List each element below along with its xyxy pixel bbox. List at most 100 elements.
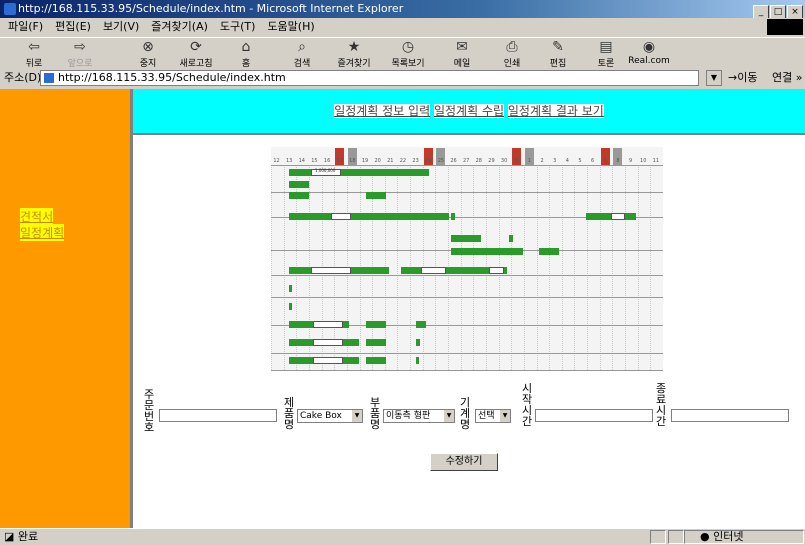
gantt-bar[interactable] bbox=[451, 248, 523, 255]
toolbar-home-button[interactable]: ⌂ 홈 bbox=[226, 39, 266, 69]
toolbar-search-button[interactable]: ⌕ 검색 bbox=[282, 39, 322, 69]
browser-content: 견적서 일정계획 일정계획 정보 입력 일정계획 수립 일정계획 결과 보기 1… bbox=[0, 89, 805, 528]
gantt-bar[interactable] bbox=[539, 248, 559, 255]
machine-select[interactable]: 선택 ▼ bbox=[475, 409, 511, 423]
gantt-row-divider bbox=[271, 192, 663, 193]
gantt-header-day bbox=[500, 148, 509, 157]
gantt-bar[interactable] bbox=[416, 339, 420, 346]
ie-logo-icon bbox=[4, 3, 16, 15]
gantt-grid-line bbox=[523, 165, 525, 370]
gantt-bar[interactable] bbox=[611, 213, 625, 220]
address-input[interactable]: http://168.115.33.95/Schedule/index.htm bbox=[40, 70, 699, 86]
internet-zone: ● 인터넷 bbox=[700, 530, 744, 543]
gantt-header-day bbox=[347, 148, 357, 157]
gantt-bar[interactable] bbox=[313, 357, 343, 364]
toolbar-favorites-button[interactable]: ★ 즐겨찾기 bbox=[334, 39, 374, 69]
gantt-bar[interactable] bbox=[289, 169, 429, 176]
toolbar-refresh-button[interactable]: ⟳ 새로고침 bbox=[176, 39, 216, 69]
toolbar-stop-button[interactable]: ⊗ 중지 bbox=[128, 39, 168, 69]
gantt-header-day bbox=[285, 148, 294, 157]
print-icon: ⎙ bbox=[506, 39, 518, 55]
toolbar-mail-button[interactable]: ✉ 메일 bbox=[442, 39, 482, 69]
product-name-label: 제품명 bbox=[283, 396, 295, 431]
gantt-header-day bbox=[613, 148, 623, 157]
page-icon bbox=[44, 73, 54, 83]
chevron-down-icon: ▼ bbox=[500, 410, 510, 422]
schedule-edit-form: 주문번호 제품명 Cake Box ▼ 부품명 이동측 형판 ▼ 기계명 선택 ▼ 시… bbox=[133, 383, 805, 449]
gantt-bar[interactable] bbox=[421, 267, 446, 274]
sidebar-link-schedule[interactable]: 일정계획 bbox=[20, 224, 65, 241]
sidebar-link-estimate[interactable]: 견적서 bbox=[20, 208, 54, 225]
menu-tools[interactable]: 도구(T) bbox=[220, 20, 256, 33]
links-button[interactable]: 연결 » bbox=[772, 68, 802, 88]
gantt-bar[interactable] bbox=[331, 213, 351, 220]
gantt-header-day bbox=[323, 148, 332, 157]
start-time-input[interactable] bbox=[535, 409, 653, 422]
status-pane bbox=[668, 530, 684, 544]
gantt-bar[interactable] bbox=[416, 357, 419, 364]
menu-view[interactable]: 보기(V) bbox=[103, 20, 139, 33]
end-time-label: 종료시간 bbox=[655, 382, 667, 428]
search-icon: ⌕ bbox=[298, 39, 306, 55]
gantt-bar[interactable] bbox=[366, 339, 386, 346]
nav-link-schedule-plan[interactable]: 일정계획 수립 bbox=[433, 104, 505, 118]
gantt-header-day bbox=[436, 148, 446, 157]
gantt-bar[interactable] bbox=[313, 321, 343, 328]
gantt-bar[interactable] bbox=[289, 303, 292, 310]
gantt-header-day bbox=[550, 148, 559, 157]
forward-arrow-icon: ⇨ bbox=[74, 39, 86, 55]
gantt-bar[interactable] bbox=[366, 321, 386, 328]
gantt-grid-line bbox=[625, 165, 627, 370]
gantt-row-divider bbox=[271, 297, 663, 298]
product-select[interactable]: Cake Box ▼ bbox=[297, 409, 363, 423]
part-select[interactable]: 이동측 형판 ▼ bbox=[383, 409, 455, 423]
order-number-label: 주문번호 bbox=[143, 388, 155, 434]
gantt-header-day bbox=[310, 148, 319, 157]
order-number-input[interactable] bbox=[159, 409, 277, 422]
gantt-bar[interactable] bbox=[289, 181, 309, 188]
menu-favorites[interactable]: 즐겨찾기(A) bbox=[151, 20, 208, 33]
nav-link-schedule-result[interactable]: 일정계획 결과 보기 bbox=[507, 104, 604, 118]
gantt-bar[interactable] bbox=[289, 192, 309, 199]
menu-edit[interactable]: 편집(E) bbox=[55, 20, 91, 33]
address-dropdown-button[interactable]: ▼ bbox=[706, 70, 722, 86]
gantt-row-divider bbox=[271, 165, 663, 166]
gantt-bar[interactable] bbox=[289, 213, 449, 220]
gantt-grid-line bbox=[574, 165, 576, 370]
window-title: http://168.115.33.95/Schedule/index.htm … bbox=[18, 2, 404, 15]
toolbar-print-button[interactable]: ⎙ 인쇄 bbox=[492, 39, 532, 69]
gantt-grid-line bbox=[397, 165, 399, 370]
gantt-header-day bbox=[335, 148, 345, 157]
gantt-bar[interactable] bbox=[489, 267, 504, 274]
gantt-header-day bbox=[297, 148, 306, 157]
toolbar-label: Real.com bbox=[628, 56, 670, 66]
address-bar: 주소(D) http://168.115.33.95/Schedule/inde… bbox=[0, 68, 805, 88]
go-button[interactable]: →이동 bbox=[728, 68, 757, 88]
end-time-input[interactable] bbox=[671, 409, 789, 422]
toolbar-history-button[interactable]: ◷ 목록보기 bbox=[388, 39, 428, 69]
gantt-header-day bbox=[575, 148, 584, 157]
gantt-bar[interactable] bbox=[451, 235, 481, 242]
gantt-bar[interactable] bbox=[289, 285, 292, 292]
toolbar-edit-button[interactable]: ✎ 편집 bbox=[538, 39, 578, 69]
menu-file[interactable]: 파일(F) bbox=[8, 20, 43, 33]
gantt-header-day bbox=[398, 148, 407, 157]
gantt-bar[interactable] bbox=[313, 339, 343, 346]
menu-help[interactable]: 도움말(H) bbox=[267, 20, 314, 33]
gantt-bar[interactable] bbox=[451, 213, 455, 220]
gantt-bar[interactable] bbox=[366, 357, 386, 364]
toolbar-realcom-button[interactable]: ◉ Real.com bbox=[626, 39, 672, 66]
gantt-bar[interactable] bbox=[416, 321, 426, 328]
gantt-header-day bbox=[524, 148, 534, 157]
toolbar-back-arrow-button[interactable]: ⇦ 뒤로 bbox=[14, 39, 54, 69]
toolbar-forward-arrow-button[interactable]: ⇨ 앞으로 bbox=[60, 39, 100, 69]
toolbar-discuss-button[interactable]: ▤ 토론 bbox=[586, 39, 626, 69]
nav-link-schedule-input[interactable]: 일정계획 정보 입력 bbox=[334, 104, 431, 118]
window-title-bar: http://168.115.33.95/Schedule/index.htm … bbox=[0, 0, 805, 20]
gantt-bar[interactable] bbox=[509, 235, 513, 242]
edit-icon: ✎ bbox=[552, 39, 564, 55]
gantt-bar[interactable] bbox=[311, 267, 351, 274]
gantt-row-divider bbox=[271, 370, 663, 371]
submit-button[interactable]: 수정하기 bbox=[430, 453, 498, 471]
gantt-bar[interactable] bbox=[366, 192, 386, 199]
